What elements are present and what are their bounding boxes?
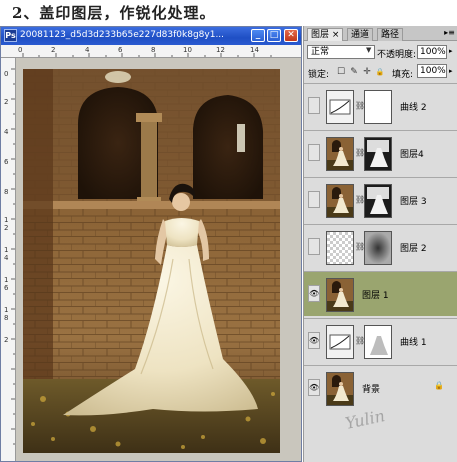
mask-thumbnail <box>365 185 391 217</box>
visibility-eye-icon[interactable] <box>308 97 320 114</box>
photo-thumbnail <box>327 373 353 405</box>
layer-thumbnail[interactable] <box>326 231 354 265</box>
visibility-eye-icon[interactable] <box>308 144 320 161</box>
ruler-ticks <box>11 68 15 445</box>
visibility-eye-icon[interactable] <box>308 191 320 208</box>
visibility-eye-icon[interactable]: 👁 <box>308 285 320 302</box>
photo-thumbnail <box>327 185 353 217</box>
layer-row[interactable]: 👁 图层 1 <box>304 271 457 316</box>
mask-thumbnail <box>365 326 391 358</box>
panel-menu-icon[interactable]: ▸≡ <box>444 28 455 38</box>
layer-thumbnail[interactable] <box>326 325 354 359</box>
layer-row[interactable]: ⛓ 曲线 2 <box>304 83 457 128</box>
layer-thumbnail[interactable] <box>326 90 354 124</box>
layer-list: ⛓ 曲线 2 ⛓ 图层4 ⛓ 图层 3 ⛓ 图层 2 👁 图层 1 👁 ⛓ 曲线 1 👁 背景 🔒 <box>304 83 457 413</box>
tab-paths[interactable]: 路径 <box>377 28 404 41</box>
layer-name[interactable]: 图层 1 <box>362 288 389 301</box>
opacity-input[interactable]: 100% <box>417 45 447 59</box>
layer-mask-thumbnail[interactable] <box>364 184 392 218</box>
mask-thumbnail <box>365 138 391 170</box>
layer-name[interactable]: 背景 <box>362 382 380 395</box>
layer-mask-thumbnail[interactable] <box>364 90 392 124</box>
layer-row[interactable]: ⛓ 图层 2 <box>304 224 457 269</box>
photo-thumbnail <box>327 138 353 170</box>
layer-thumbnail[interactable] <box>326 372 354 406</box>
lock-label: 锁定: <box>308 70 330 80</box>
curves-adjustment-icon <box>327 91 353 123</box>
photo-thumbnail <box>327 279 353 311</box>
tab-channels[interactable]: 通道 <box>347 28 374 41</box>
opacity-slider-arrow-icon[interactable]: ▸ <box>449 47 453 55</box>
layer-name[interactable]: 曲线 2 <box>400 100 427 113</box>
layer-row[interactable]: 👁 背景 🔒 <box>304 365 457 410</box>
ruler-ticks <box>22 53 272 57</box>
layer-name[interactable]: 图层 2 <box>400 241 427 254</box>
mask-thumbnail <box>365 232 391 264</box>
layers-panel: 图层 × 通道 路径 ▸≡ 正常 ▼ 不透明度: 100% ▸ 锁定: ☐ ✎ … <box>303 26 457 462</box>
layer-row[interactable]: ⛓ 图层4 <box>304 130 457 175</box>
document-titlebar[interactable]: Ps 20081123_d5d3d233b65e227d83f0k8g8y1..… <box>1 27 301 45</box>
tab-layers[interactable]: 图层 × <box>307 28 344 41</box>
chevron-down-icon[interactable]: ▼ <box>366 46 371 54</box>
layer-row[interactable]: 👁 ⛓ 曲线 1 <box>304 318 457 363</box>
fill-label: 填充: <box>392 70 414 80</box>
layer-thumbnail[interactable] <box>326 137 354 171</box>
curves-adjustment-icon <box>327 326 353 358</box>
transparent-thumbnail <box>327 232 353 264</box>
bride-photo <box>23 69 280 453</box>
image-canvas[interactable] <box>23 69 280 453</box>
layer-thumbnail[interactable] <box>326 184 354 218</box>
layer-mask-thumbnail[interactable] <box>364 137 392 171</box>
document-title: 20081123_d5d3d233b65e227d83f0k8g8y1... <box>20 30 225 40</box>
panel-tab-strip: 图层 × 通道 路径 ▸≡ <box>304 26 457 41</box>
horizontal-ruler[interactable]: 0 2 4 6 8 10 12 14 <box>1 45 301 58</box>
fill-input[interactable]: 100% <box>417 64 447 78</box>
layer-row[interactable]: ⛓ 图层 3 <box>304 177 457 222</box>
minimize-button[interactable]: _ <box>251 29 265 42</box>
visibility-eye-icon[interactable] <box>308 238 320 255</box>
layer-name[interactable]: 曲线 1 <box>400 335 427 348</box>
layer-thumbnail[interactable] <box>326 278 354 312</box>
visibility-eye-icon[interactable]: 👁 <box>308 332 320 349</box>
lock-pixels-icon[interactable]: ✎ <box>349 67 359 77</box>
fill-slider-arrow-icon[interactable]: ▸ <box>449 67 453 75</box>
lock-all-icon[interactable]: 🔒 <box>375 67 385 77</box>
maximize-button[interactable]: □ <box>267 29 281 42</box>
vertical-ruler[interactable]: 0 2 4 6 8 1 2 1 4 1 6 1 8 2 <box>1 58 16 461</box>
visibility-eye-icon[interactable]: 👁 <box>308 379 320 396</box>
document-window: Ps 20081123_d5d3d233b65e227d83f0k8g8y1..… <box>0 26 302 462</box>
lock-transparency-icon[interactable]: ☐ <box>336 67 346 77</box>
lock-icon: 🔒 <box>434 381 444 390</box>
close-button[interactable]: ✕ <box>284 29 298 42</box>
layer-mask-thumbnail[interactable] <box>364 231 392 265</box>
blend-mode-select[interactable]: 正常 <box>307 45 375 59</box>
lock-position-icon[interactable]: ✛ <box>362 67 372 77</box>
layer-name[interactable]: 图层4 <box>400 147 424 160</box>
photoshop-icon: Ps <box>4 29 17 42</box>
tutorial-step-heading: 2、盖印图层，作锐化处理。 <box>12 4 216 22</box>
layer-mask-thumbnail[interactable] <box>364 325 392 359</box>
layer-name[interactable]: 图层 3 <box>400 194 427 207</box>
opacity-label: 不透明度: <box>377 50 417 60</box>
